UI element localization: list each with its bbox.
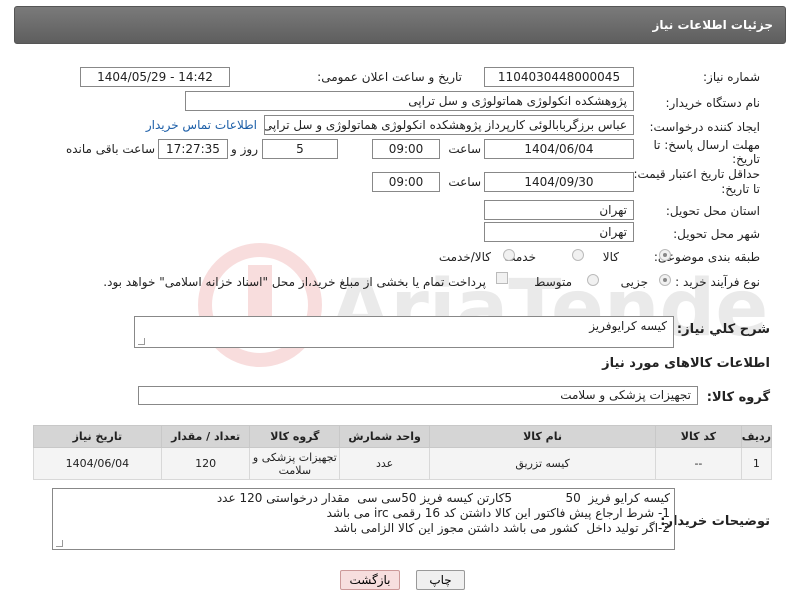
validity-label: حداقل تاریخ اعتبار قیمت: <box>633 167 760 181</box>
category-radio-service[interactable] <box>572 249 584 261</box>
process-radio-medium[interactable] <box>587 274 599 286</box>
category-radio-goods[interactable] <box>659 249 671 261</box>
goods-table-header: ردیف کد کالا نام کالا واحد شمارش گروه کا… <box>33 425 773 448</box>
days-field: 5 <box>262 139 338 159</box>
cell-unit: عدد <box>339 447 431 480</box>
city-label: شهر محل تحویل: <box>673 227 760 241</box>
province-field: تهران <box>484 200 634 220</box>
cell-name: کیسه تزریق <box>429 447 657 480</box>
category-radio-both[interactable] <box>503 249 515 261</box>
category-option-goods: کالا <box>602 250 619 264</box>
province-label: استان محل تحویل: <box>665 204 760 218</box>
announce-label: تاریخ و ساعت اعلان عمومی: <box>317 70 462 84</box>
deadline-label: مهلت ارسال پاسخ: تا <box>653 138 760 152</box>
page-title: جزئیات اطلاعات نیاز <box>652 18 773 32</box>
requester-label: ایجاد کننده درخواست: <box>649 120 760 134</box>
buyer-contact-link[interactable]: اطلاعات تماس خریدار <box>146 118 257 132</box>
need-number-label: شماره نیاز: <box>703 70 760 84</box>
deadline-date-field: 1404/06/04 <box>484 139 634 159</box>
buyer-notes-field[interactable]: کیسه کرایو فریز 50 5کارتن کیسه فریز 50سی… <box>52 488 675 550</box>
payment-checkbox[interactable] <box>496 272 508 284</box>
cell-qty: 120 <box>160 447 251 480</box>
col-row: ردیف <box>740 425 773 448</box>
process-label: نوع فرآیند خرید : <box>675 275 760 289</box>
buyer-notes-label: توضیحات خریدار: <box>660 514 770 529</box>
back-button[interactable]: بازگشت <box>340 570 400 590</box>
validity-time-label: ساعت <box>448 175 481 189</box>
description-label: شرح كلي نياز: <box>676 322 770 337</box>
table-row: 1 -- کیسه تزریق عدد تجهیزات پزشکی و سلام… <box>33 447 773 480</box>
notes-resize-handle[interactable] <box>56 540 63 547</box>
col-group: گروه کالا <box>249 425 341 448</box>
buyer-org-label: نام دستگاه خریدار: <box>665 96 761 110</box>
goods-table: ردیف کد کالا نام کالا واحد شمارش گروه کا… <box>33 425 773 480</box>
process-option-minor: جزیی <box>620 275 648 289</box>
deadline-label-date: تاریخ: <box>732 152 760 166</box>
remaining-time-field: 17:27:35 <box>158 139 228 159</box>
col-date: تاریخ نیاز <box>33 425 162 448</box>
announce-datetime-field: 1404/05/29 - 14:42 <box>80 67 230 87</box>
validity-date-field: 1404/09/30 <box>484 172 634 192</box>
deadline-time-field: 09:00 <box>372 139 440 159</box>
process-option-medium: متوسط <box>534 275 572 289</box>
category-option-both: کالا/خدمت <box>438 250 491 264</box>
cell-group: تجهیزات پزشکی و سلامت <box>249 447 341 480</box>
remaining-label: ساعت باقی مانده <box>65 142 155 156</box>
need-number-field: 1104030448000045 <box>484 67 634 87</box>
validity-time-field: 09:00 <box>372 172 440 192</box>
validity-label-date: تا تاریخ: <box>721 182 760 196</box>
requester-field: عباس برزگربابالوئی کارپرداز پژوهشکده انک… <box>264 115 634 135</box>
goods-section-title: اطلاعات کالاهای مورد نیاز <box>602 356 770 371</box>
buyer-org-field: پژوهشکده انکولوژی هماتولوژی و سل تراپی <box>185 91 634 111</box>
col-qty: تعداد / مقدار <box>160 425 251 448</box>
goods-group-label: گروه کالا: <box>706 390 770 405</box>
payment-note: پرداخت تمام یا بخشی از مبلغ خرید،از محل … <box>103 275 486 289</box>
days-label: روز و <box>231 142 258 156</box>
col-code: کد کالا <box>655 425 742 448</box>
cell-code: -- <box>655 447 742 480</box>
description-field[interactable]: کیسه کرایوفریز <box>134 316 674 348</box>
process-radio-minor[interactable] <box>659 274 671 286</box>
city-field: تهران <box>484 222 634 242</box>
goods-group-field: تجهیزات پزشکی و سلامت <box>138 386 698 405</box>
print-button[interactable]: چاپ <box>416 570 465 590</box>
col-unit: واحد شمارش <box>339 425 431 448</box>
deadline-time-label: ساعت <box>448 142 481 156</box>
col-name: نام کالا <box>429 425 657 448</box>
description-resize-handle[interactable] <box>138 338 145 345</box>
cell-row: 1 <box>740 447 773 480</box>
cell-date: 1404/06/04 <box>33 447 162 480</box>
page: جزئیات اطلاعات نیاز AriaTender.net شماره… <box>0 0 788 606</box>
page-header: جزئیات اطلاعات نیاز <box>14 6 786 44</box>
